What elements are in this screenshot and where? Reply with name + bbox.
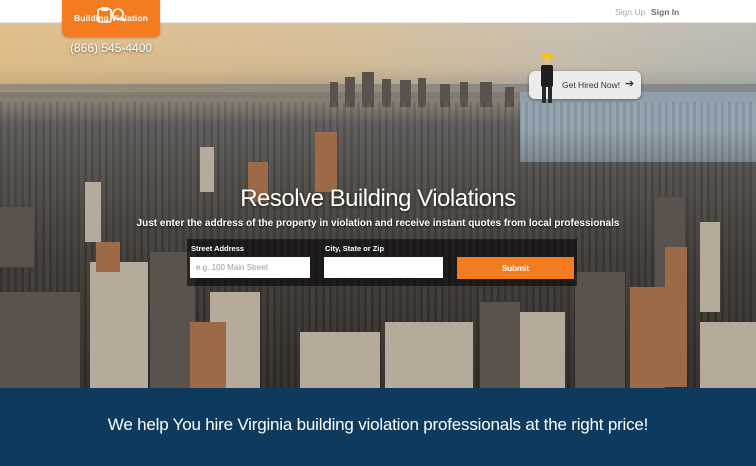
construction-worker-icon: [541, 53, 553, 103]
logo[interactable]: Building Violation: [62, 0, 160, 37]
street-address-label: Street Address: [191, 244, 245, 253]
info-band-text: We help You hire Virginia building viola…: [107, 415, 649, 434]
signup-link[interactable]: Sign Up: [615, 7, 645, 17]
street-address-input[interactable]: [190, 257, 310, 278]
city-state-zip-input[interactable]: [324, 257, 443, 278]
logo-text: Building Violation: [74, 13, 148, 23]
signin-link[interactable]: Sign In: [651, 7, 679, 17]
phone-number[interactable]: (866) 545-4400: [70, 41, 152, 55]
arrow-right-icon: ➔: [625, 78, 635, 90]
hero-title: Resolve Building Violations: [240, 185, 516, 212]
city-state-zip-label: City, State or Zip: [325, 244, 385, 253]
get-hired-label: Get Hired Now!: [562, 80, 621, 90]
hero-subtitle: Just enter the address of the property i…: [136, 218, 620, 229]
submit-button[interactable]: Submit: [457, 257, 574, 279]
